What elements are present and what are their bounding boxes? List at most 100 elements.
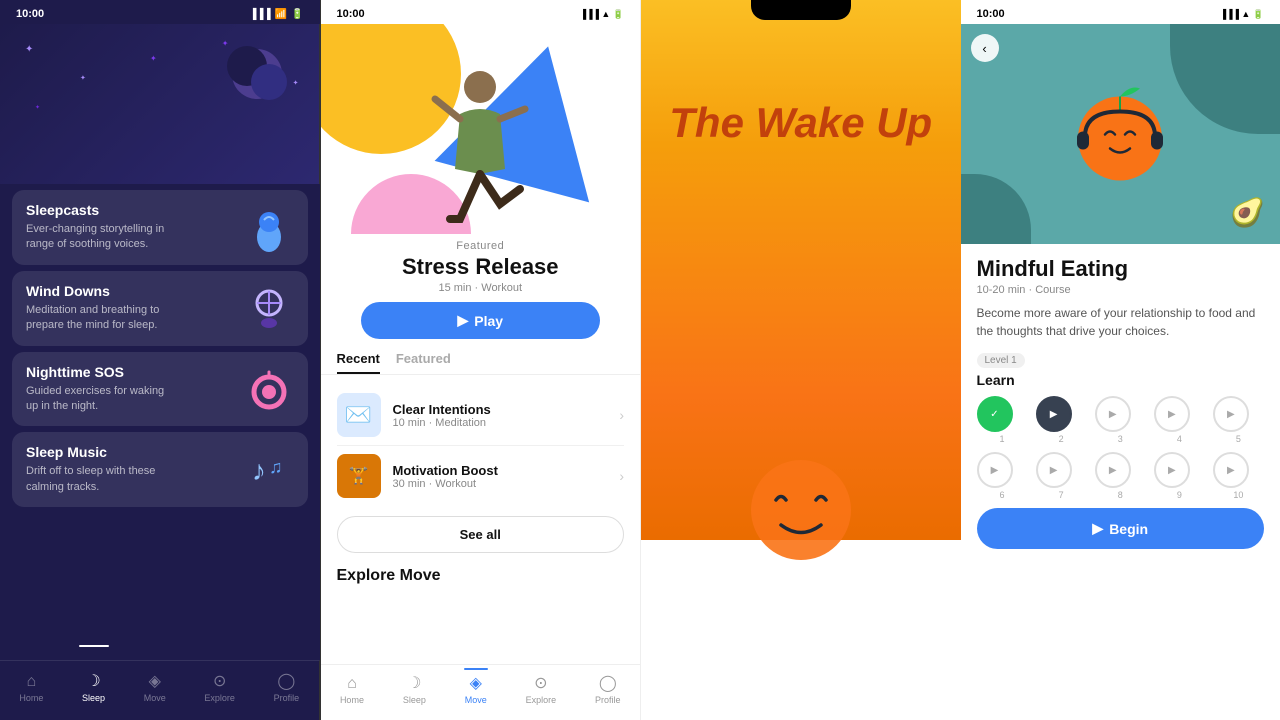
nav-sleep-label-1: Sleep [82, 693, 105, 703]
lesson-num-4: 4 [1154, 434, 1205, 444]
nav-move-label-1: Move [144, 693, 166, 703]
nav-sleep-1[interactable]: ☽ Sleep [82, 674, 105, 703]
begin-label: Begin [1109, 521, 1148, 537]
active-line-2 [464, 668, 488, 670]
phone-wakeup-screen: The Wake Up [641, 0, 961, 720]
nav-home-label-2: Home [340, 695, 364, 705]
move-icon-1: ◈ [149, 674, 161, 690]
status-icons-4: ▐▐▐ ▲ 🔋 [1220, 9, 1264, 20]
recent-thumb-2: 🏋 [337, 454, 381, 498]
peach-svg [1055, 67, 1185, 197]
lesson-num-2: 2 [1036, 434, 1087, 444]
sun-face-svg [721, 455, 881, 575]
explore-icon-2: ⊙ [534, 676, 547, 692]
phone-course-screen: 10:00 ▐▐▐ ▲ 🔋 [961, 0, 1280, 720]
lesson-5[interactable]: ▶ [1213, 396, 1249, 432]
sleepcasts-card[interactable]: Sleepcasts Ever-changing storytelling in… [12, 190, 308, 265]
lesson-2[interactable]: ▶ [1036, 396, 1072, 432]
lesson-8[interactable]: ▶ [1095, 452, 1131, 488]
explore-icon-1: ⊙ [213, 674, 226, 690]
time-1: 10:00 [16, 8, 44, 20]
star-1: ✦ [25, 44, 33, 55]
tab-recent[interactable]: Recent [337, 351, 380, 374]
course-desc: Become more aware of your relationship t… [977, 304, 1265, 340]
featured-badge: Featured [321, 240, 641, 252]
nav-explore-2[interactable]: ⊙ Explore [526, 676, 557, 705]
recent-info-2: Motivation Boost 30 min · Workout [393, 463, 608, 490]
time-4: 10:00 [977, 8, 1005, 20]
avocado-icon: 🥑 [1230, 196, 1265, 229]
lesson-10[interactable]: ▶ [1213, 452, 1249, 488]
see-all-button[interactable]: See all [337, 516, 625, 553]
move-icon-2: ◈ [470, 676, 482, 692]
hero-area-4: ‹ 🥑 [961, 24, 1280, 244]
play-icon: ▶ [457, 312, 468, 329]
lesson-1[interactable]: ✓ [977, 396, 1013, 432]
winddowns-icon [244, 283, 294, 333]
lesson-6[interactable]: ▶ [977, 452, 1013, 488]
profile-icon-2: ◯ [599, 676, 617, 692]
lesson-num-6: 6 [977, 490, 1028, 500]
home-icon-1: ⌂ [27, 674, 37, 690]
sleepcasts-text: Sleepcasts Ever-changing storytelling in… [26, 202, 166, 253]
recent-title-1: Clear Intentions [393, 402, 608, 417]
lesson-3[interactable]: ▶ [1095, 396, 1131, 432]
status-icons-2: ▐▐▐ ▲ 🔋 [580, 9, 624, 20]
recent-item-2[interactable]: 🏋 Motivation Boost 30 min · Workout › [321, 446, 641, 506]
lesson-num-7: 7 [1036, 490, 1087, 500]
begin-button[interactable]: ▶ Begin [977, 508, 1265, 549]
nighttimesos-card[interactable]: Nighttime SOS Guided exercises for wakin… [12, 352, 308, 427]
begin-play-icon: ▶ [1092, 520, 1103, 537]
winddowns-card[interactable]: Wind Downs Meditation and breathing to p… [12, 271, 308, 346]
lesson-9[interactable]: ▶ [1154, 452, 1190, 488]
nav-sleep-2[interactable]: ☽ Sleep [403, 676, 426, 705]
sleepcasts-title: Sleepcasts [26, 202, 166, 218]
lesson-num-5: 5 [1213, 434, 1264, 444]
tab-featured[interactable]: Featured [396, 351, 451, 374]
nav-profile-1[interactable]: ◯ Profile [274, 674, 300, 703]
lesson-col-10: ▶ 10 [1213, 452, 1264, 500]
nighttimesos-desc: Guided exercises for waking up in the ni… [26, 384, 166, 415]
bottom-nav-2: ⌂ Home ☽ Sleep ◈ Move ⊙ Explore ◯ Profil… [321, 664, 641, 720]
sleep-icon-2: ☽ [407, 676, 421, 692]
time-2: 10:00 [337, 8, 365, 20]
lesson-num-10: 10 [1213, 490, 1264, 500]
course-meta: 10-20 min · Course [977, 284, 1265, 296]
nav-home-1[interactable]: ⌂ Home [19, 674, 43, 703]
course-title: Mindful Eating [977, 256, 1265, 282]
nav-move-label-2: Move [465, 695, 487, 705]
sleepmusic-desc: Drift off to sleep with these calming tr… [26, 464, 166, 495]
star-4: ✦ [35, 104, 40, 111]
nav-move-2[interactable]: ◈ Move [465, 676, 487, 705]
status-bar-1: 10:00 ▐▐▐📶🔋 [0, 0, 320, 24]
play-button[interactable]: ▶ Play [361, 302, 601, 339]
learn-label: Learn [977, 372, 1265, 388]
nav-home-2[interactable]: ⌂ Home [340, 676, 364, 705]
nighttimesos-text: Nighttime SOS Guided exercises for wakin… [26, 364, 166, 415]
nav-explore-label-1: Explore [204, 693, 235, 703]
clouds-container [641, 560, 961, 660]
nav-profile-2[interactable]: ◯ Profile [595, 676, 621, 705]
active-line-1 [79, 645, 109, 647]
recent-meta-2: 30 min · Workout [393, 478, 608, 490]
nav-explore-1[interactable]: ⊙ Explore [204, 674, 235, 703]
sleepmusic-card[interactable]: Sleep Music Drift off to sleep with thes… [12, 432, 308, 507]
lesson-7[interactable]: ▶ [1036, 452, 1072, 488]
hero-area-2 [321, 24, 641, 234]
course-content: Mindful Eating 10-20 min · Course Become… [961, 244, 1280, 561]
back-button[interactable]: ‹ [971, 34, 999, 62]
nav-profile-label-1: Profile [274, 693, 300, 703]
play-label: Play [474, 313, 503, 329]
lesson-num-9: 9 [1154, 490, 1205, 500]
recent-item-1[interactable]: ✉️ Clear Intentions 10 min · Meditation … [321, 385, 641, 445]
moon-icon [219, 44, 289, 114]
lesson-4[interactable]: ▶ [1154, 396, 1190, 432]
nav-explore-label-2: Explore [526, 695, 557, 705]
lesson-col-1: ✓ 1 [977, 396, 1028, 444]
phone-sleep-screen: 10:00 ▐▐▐📶🔋 ✦ ✦ ✦ ✦ ✦ ✦ Sleepcasts Ever-… [0, 0, 321, 720]
cards-container: Sleepcasts Ever-changing storytelling in… [0, 184, 320, 654]
nav-move-1[interactable]: ◈ Move [144, 674, 166, 703]
chevron-1: › [619, 407, 624, 423]
hero-person [425, 59, 535, 234]
home-icon-2: ⌂ [347, 676, 357, 692]
